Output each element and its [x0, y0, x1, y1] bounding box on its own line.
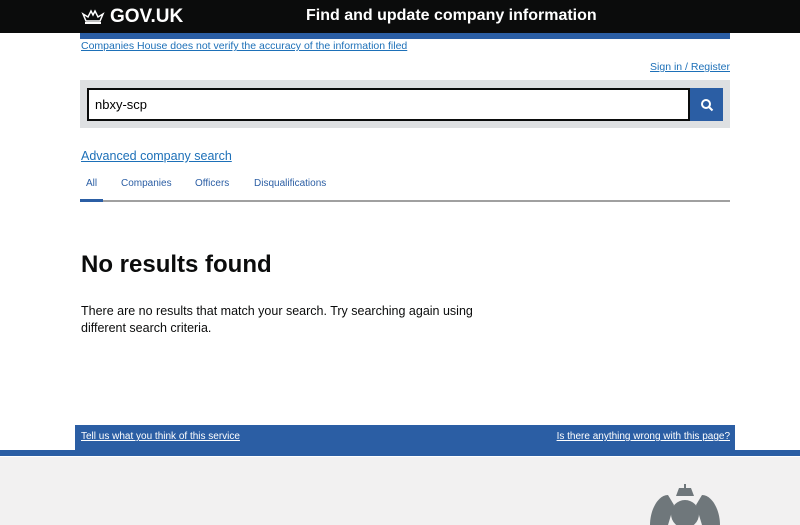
active-tab-indicator [80, 199, 103, 202]
tab-companies[interactable]: Companies [121, 178, 172, 189]
footer-blue-bar [0, 450, 800, 456]
search-box [80, 80, 730, 128]
tab-officers[interactable]: Officers [195, 178, 229, 189]
tab-all[interactable]: All [86, 178, 97, 189]
sign-in-link[interactable]: Sign in / Register [650, 61, 730, 73]
crown-icon [81, 9, 105, 24]
header: GOV.UK Find and update company informati… [0, 0, 800, 33]
disclaimer-link[interactable]: Companies House does not verify the accu… [81, 40, 407, 52]
search-button[interactable] [690, 88, 723, 121]
tab-disqualifications[interactable]: Disqualifications [254, 178, 326, 189]
header-blue-bar [80, 33, 730, 39]
logo-text: GOV.UK [110, 6, 184, 27]
service-name[interactable]: Find and update company information [306, 7, 597, 25]
results-tabs: All Companies Officers Disqualifications [80, 176, 730, 202]
page-title: No results found [81, 251, 272, 278]
royal-crest-icon [650, 484, 720, 525]
feedback-link[interactable]: Tell us what you think of this service [81, 431, 240, 442]
search-input[interactable] [87, 88, 690, 121]
no-results-message: There are no results that match your sea… [81, 304, 473, 335]
govuk-logo-link[interactable]: GOV.UK [81, 6, 183, 28]
advanced-search-link[interactable]: Advanced company search [81, 149, 232, 163]
feedback-bar: Tell us what you think of this service I… [75, 425, 735, 451]
report-problem-link[interactable]: Is there anything wrong with this page? [557, 431, 730, 442]
search-icon [700, 98, 713, 111]
